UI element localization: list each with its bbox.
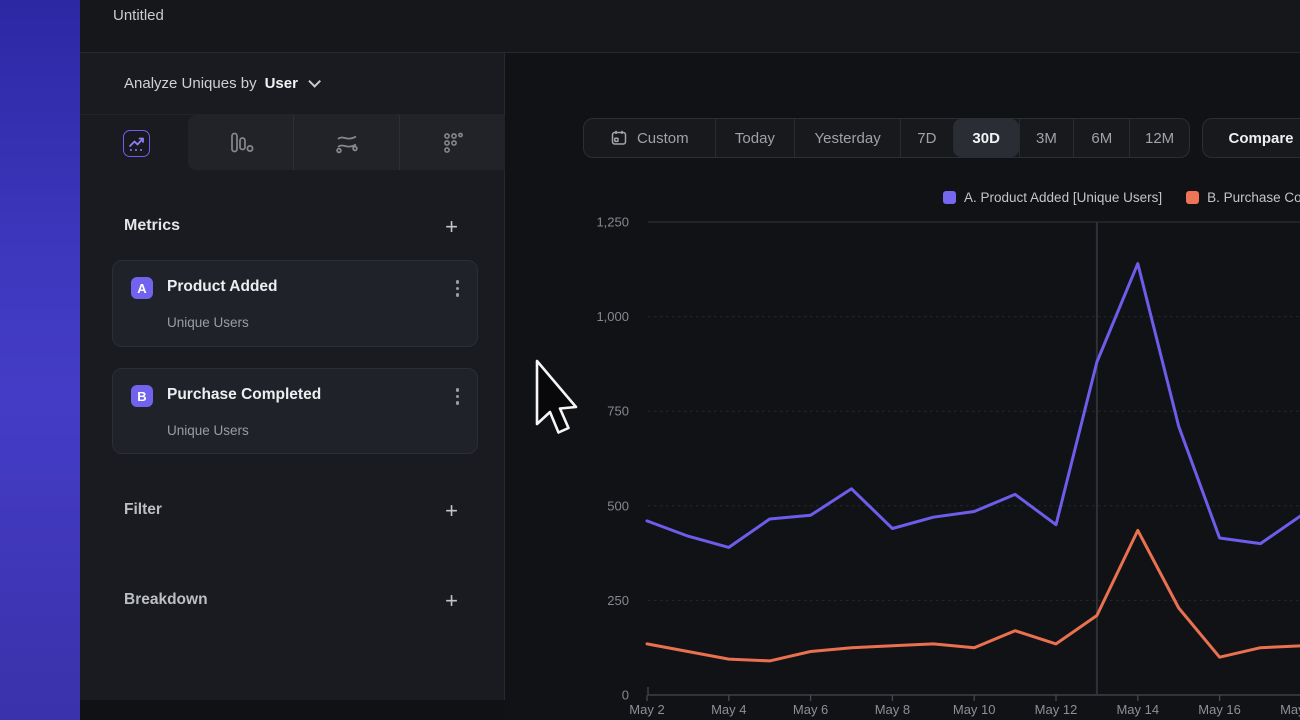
top-bar: Untitled (80, 0, 1300, 53)
tab-flow-chart[interactable] (293, 115, 399, 170)
range-12m[interactable]: 12M (1129, 119, 1189, 157)
svg-text:0: 0 (622, 688, 629, 703)
compare-button[interactable]: Compare (1202, 118, 1300, 158)
flow-chart-icon (334, 131, 360, 155)
metric-card-purchase-completed[interactable]: B Purchase Completed Unique Users (112, 368, 478, 454)
metric-subtitle[interactable]: Unique Users (167, 315, 249, 330)
analyze-by-row: Analyze Uniques by User (80, 53, 504, 115)
legend-label-a: A. Product Added [Unique Users] (964, 190, 1162, 205)
range-today[interactable]: Today (715, 119, 795, 157)
metric-badge-b: B (131, 385, 153, 407)
svg-text:May 16: May 16 (1198, 702, 1241, 717)
legend-swatch-a (943, 191, 956, 204)
svg-text:750: 750 (607, 404, 629, 419)
query-sidebar: Analyze Uniques by User (80, 53, 505, 700)
metrics-header: Metrics (124, 217, 180, 235)
svg-text:1,000: 1,000 (596, 309, 629, 324)
svg-text:May 6: May 6 (793, 702, 828, 717)
range-yesterday[interactable]: Yesterday (794, 119, 900, 157)
svg-text:May 4: May 4 (711, 702, 746, 717)
range-6m[interactable]: 6M (1073, 119, 1129, 157)
kebab-menu-icon[interactable] (456, 388, 460, 405)
legend-label-b: B. Purchase Completed [Unique Users] (1207, 190, 1300, 205)
app-window: Untitled Analyze Uniques by User (0, 0, 1300, 720)
svg-text:May 8: May 8 (875, 702, 910, 717)
analyze-by-value[interactable]: User (265, 75, 298, 92)
bar-chart-icon (228, 131, 254, 155)
filter-header: Filter (124, 501, 162, 519)
svg-text:250: 250 (607, 593, 629, 608)
report-title[interactable]: Untitled (113, 7, 164, 24)
chart-panel: 1,250 1,000 750 500 250 0May 2 May 4 May 6 May 8… (505, 53, 1300, 720)
svg-text:May 2: May 2 (629, 702, 664, 717)
chevron-down-icon[interactable] (308, 75, 321, 88)
tab-bar-chart[interactable] (188, 115, 293, 170)
chart-type-tabs (188, 115, 505, 170)
range-30d[interactable]: 30D (953, 119, 1019, 157)
add-metric-button[interactable]: + (445, 217, 458, 237)
range-7d[interactable]: 7D (900, 119, 953, 157)
tab-dots-grid[interactable] (399, 115, 505, 170)
add-breakdown-button[interactable]: + (445, 591, 458, 611)
left-gradient-rail (0, 0, 80, 720)
svg-text:May 14: May 14 (1116, 702, 1159, 717)
tab-line-chart[interactable] (123, 130, 150, 157)
calendar-icon (610, 129, 628, 147)
add-filter-button[interactable]: + (445, 501, 458, 521)
svg-text:May 10: May 10 (953, 702, 996, 717)
breakdown-header: Breakdown (124, 591, 208, 609)
kebab-menu-icon[interactable] (456, 280, 460, 297)
line-chart-icon (127, 135, 146, 153)
range-3m[interactable]: 3M (1019, 119, 1074, 157)
chart-legend: A. Product Added [Unique Users] B. Purch… (943, 190, 1300, 205)
metric-subtitle[interactable]: Unique Users (167, 423, 249, 438)
metric-title: Product Added (167, 278, 278, 296)
range-custom[interactable]: Custom (584, 119, 715, 157)
date-range-segmented-control: Custom Today Yesterday 7D 30D 3M 6M 12M (583, 118, 1190, 158)
metric-badge-a: A (131, 277, 153, 299)
legend-swatch-b (1186, 191, 1199, 204)
svg-text:1,250: 1,250 (596, 215, 629, 230)
svg-text:500: 500 (607, 498, 629, 513)
svg-text:May 18: May 18 (1280, 702, 1300, 717)
metric-title: Purchase Completed (167, 386, 321, 404)
metric-card-product-added[interactable]: A Product Added Unique Users (112, 260, 478, 347)
dots-grid-icon (440, 131, 466, 155)
svg-text:May 12: May 12 (1035, 702, 1078, 717)
analyze-by-label: Analyze Uniques by (124, 75, 257, 92)
